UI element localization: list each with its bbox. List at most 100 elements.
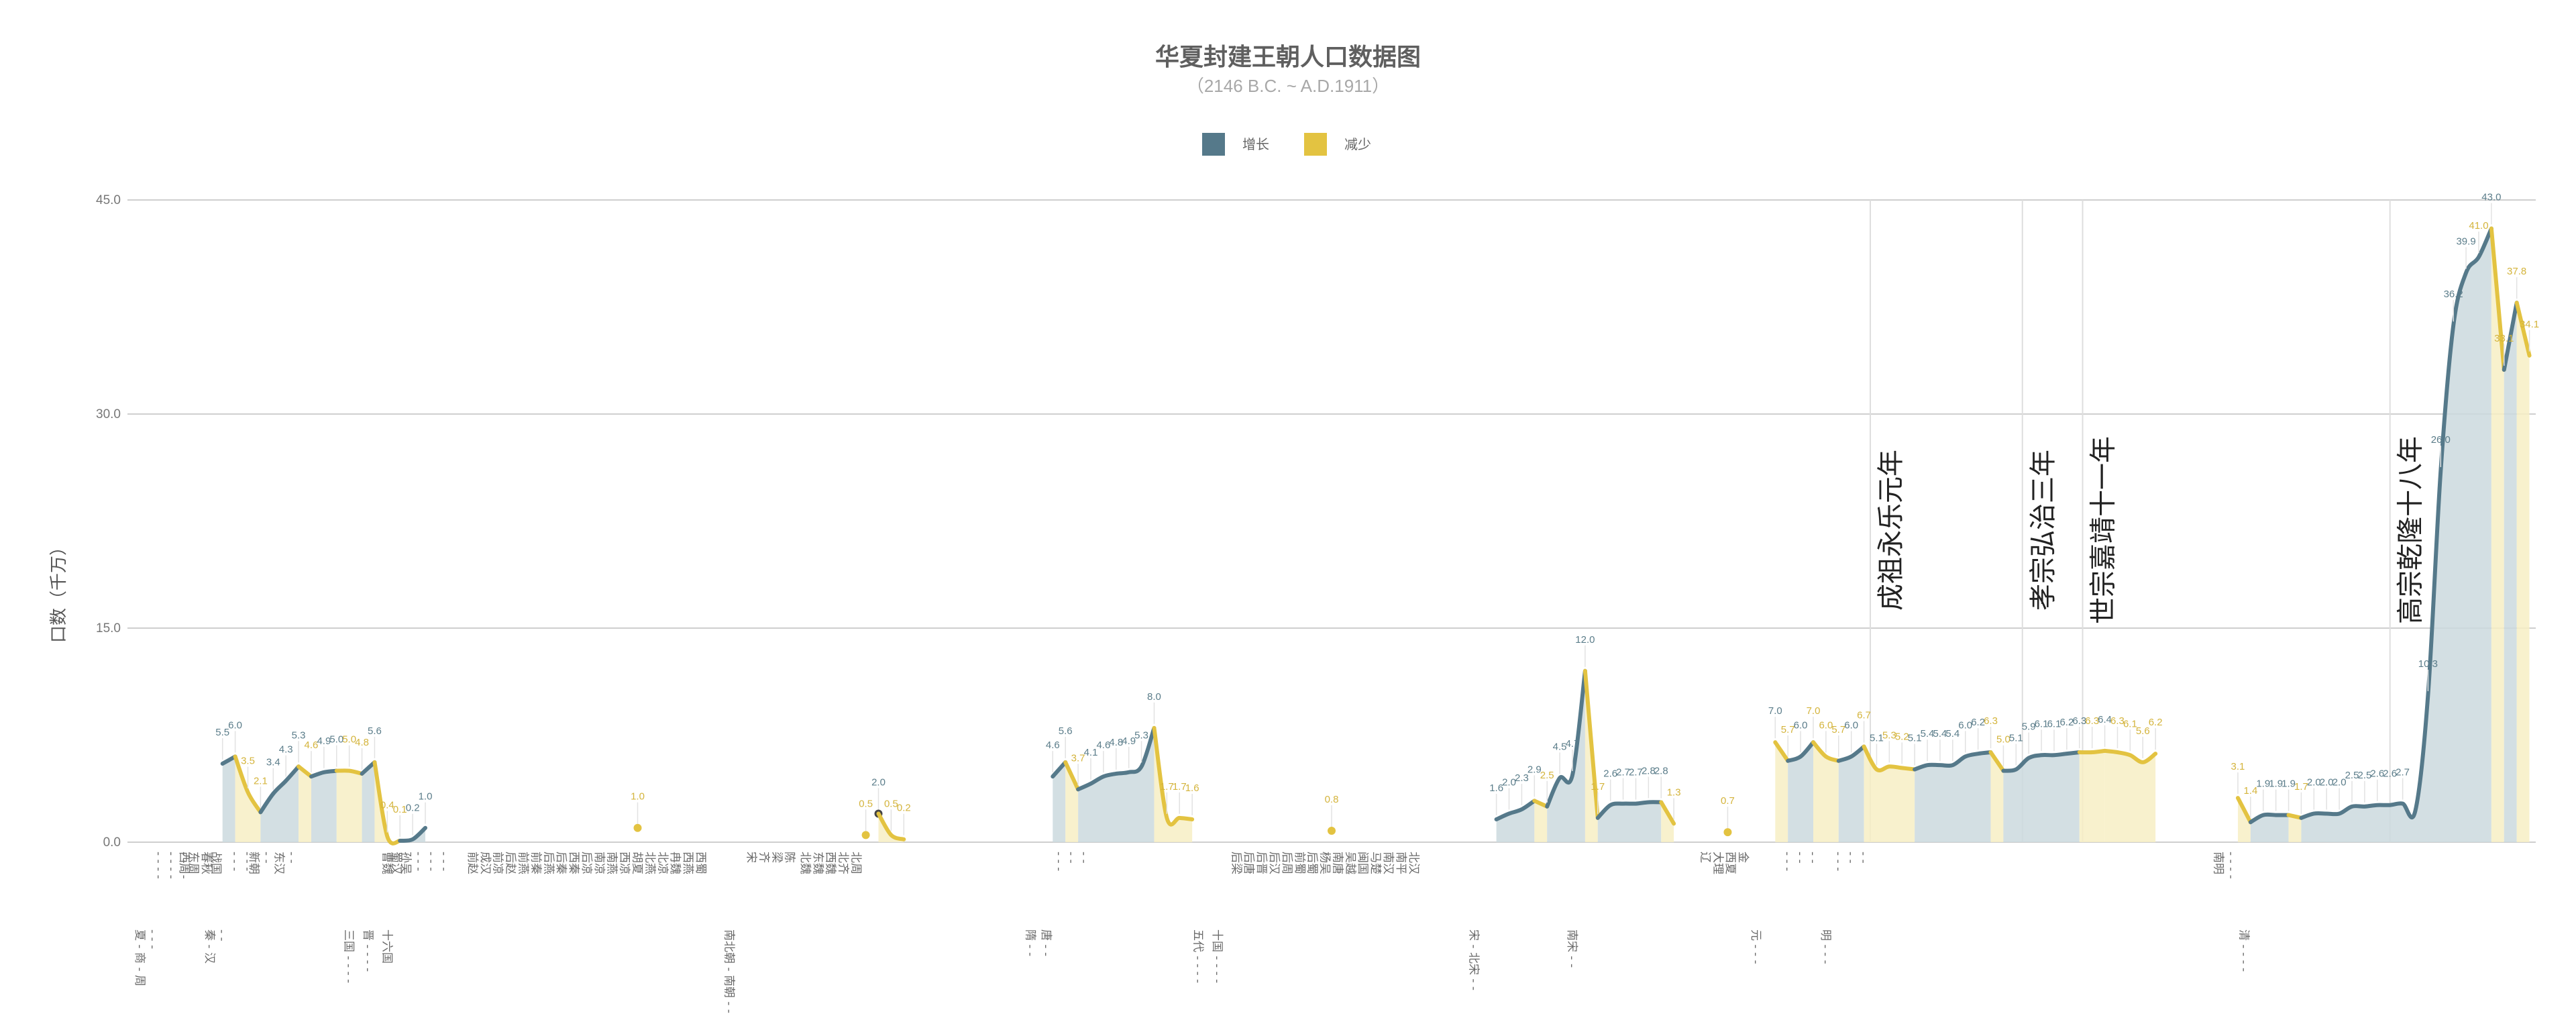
data-label: 6.1	[2035, 718, 2049, 729]
data-label: 3.1	[2231, 761, 2245, 772]
isolated-point	[1328, 826, 1336, 835]
x-tick-label: 西魏	[824, 852, 837, 874]
data-label: 5.0	[342, 734, 356, 746]
x-tick-label: 大理	[1711, 852, 1724, 874]
x-tick-label: 东周	[186, 852, 200, 874]
data-label: 1.4	[2243, 785, 2257, 797]
data-label: 0.5	[884, 798, 898, 809]
area-fall	[299, 766, 311, 842]
data-label: 2.0	[2332, 776, 2347, 788]
data-label: 5.4	[1945, 728, 1960, 740]
data-label: 3.4	[266, 757, 280, 768]
data-label: 1.9	[2282, 778, 2296, 790]
area-grow	[311, 770, 337, 842]
data-label: 5.2	[1895, 731, 1909, 742]
legend-swatch-fall[interactable]	[1304, 133, 1327, 156]
data-label: 6.2	[2059, 717, 2074, 728]
x-tick-label: 后燕	[541, 852, 555, 874]
x-tick-label: 北凉	[655, 852, 669, 874]
x-tick-label: - -	[260, 852, 273, 864]
x-tick-label: 北汉	[1407, 852, 1420, 874]
isolated-point	[1723, 828, 1732, 837]
data-label: 5.1	[1870, 733, 1884, 744]
data-label: 4.9	[317, 735, 331, 747]
x-tick-label: 十国 - - - -	[1210, 929, 1224, 983]
x-tick-label: - -	[1806, 852, 1819, 864]
data-label: 1.0	[419, 791, 433, 803]
legend[interactable]: 增长 减少	[1202, 133, 1371, 156]
x-tick-label: - -	[1857, 852, 1870, 864]
x-tick-label: 陈	[782, 852, 796, 863]
data-label: 2.6	[2383, 768, 2397, 780]
data-label: 2.7	[1616, 767, 1630, 778]
legend-swatch-grow[interactable]	[1202, 133, 1225, 156]
chart-subtitle: （2146 B.C. ~ A.D.1911）	[1187, 76, 1389, 96]
area-grow	[222, 756, 235, 842]
x-tick-label: - - -	[228, 852, 241, 871]
isolated-point	[861, 831, 870, 839]
data-label: 1.7	[1160, 781, 1174, 793]
x-tick-label: 前凉	[491, 852, 504, 874]
data-label: 4.7	[1566, 738, 1580, 750]
data-label: 2.9	[1527, 764, 1542, 775]
data-label: 5.6	[1059, 725, 1073, 737]
annotation-label: 世宗嘉靖十一年	[2088, 436, 2119, 624]
x-tick-label: - - -	[1780, 852, 1794, 871]
x-tick-label: - - -	[424, 852, 437, 871]
data-label: 6.0	[1958, 719, 1972, 731]
x-tick-label: 晋 - - - -	[361, 929, 374, 972]
x-tick-label: 齐	[757, 852, 770, 863]
data-label: 41.0	[2469, 220, 2488, 232]
x-tick-label: 后秦	[554, 852, 568, 874]
data-label: 6.2	[2149, 717, 2163, 728]
data-label: 26.0	[2431, 434, 2451, 446]
data-label: 6.4	[2098, 714, 2112, 725]
x-tick-label: 西蜀	[694, 852, 707, 874]
x-tick-label: 金	[1736, 852, 1750, 863]
area-fall	[2104, 750, 2156, 842]
data-label: 0.5	[859, 798, 873, 809]
data-label: 2.0	[871, 776, 885, 788]
data-label: 43.0	[2481, 192, 2501, 203]
x-tick-label: 胡夏	[631, 852, 644, 874]
area-fills	[222, 228, 2530, 844]
data-label: 2.0	[1502, 776, 1516, 788]
legend-label-grow[interactable]: 增长	[1242, 136, 1269, 152]
x-tick-label: - -	[1065, 852, 1078, 864]
data-label: 2.0	[2320, 776, 2334, 788]
data-label: 2.5	[2345, 770, 2359, 781]
x-tick-label: 东魏	[811, 852, 824, 874]
population-chart: 华夏封建王朝人口数据图 （2146 B.C. ~ A.D.1911） 增长 减少…	[49, 44, 2539, 1013]
x-tick-label: - -	[1793, 852, 1807, 864]
area-grow	[1547, 670, 1585, 842]
x-tick-label: - - -	[1831, 852, 1845, 871]
x-tick-label: 西夏	[1723, 852, 1737, 874]
data-label: 4.6	[1096, 740, 1110, 751]
x-tick-label: 明 - - -	[1819, 929, 1832, 964]
data-label: 2.7	[1629, 767, 1643, 778]
data-label: 4.6	[305, 740, 319, 751]
x-tick-label: 成汉	[478, 852, 492, 874]
x-tick-label: 后赵	[504, 852, 517, 874]
data-label: 5.1	[2009, 733, 2023, 744]
legend-label-fall[interactable]: 减少	[1344, 136, 1371, 152]
x-tick-label: - -	[1844, 852, 1858, 864]
data-label: 5.3	[1134, 729, 1148, 741]
data-label: 3.5	[241, 756, 255, 767]
data-label: 5.7	[1831, 724, 1845, 735]
x-tick-label: 孙吴	[399, 852, 413, 874]
x-tick-label: 北燕	[643, 852, 656, 874]
x-tick-label: - - - -	[164, 852, 178, 879]
data-label: 2.6	[2370, 768, 2384, 780]
x-tick-label: 东汉	[272, 852, 286, 874]
data-label: 6.3	[2110, 715, 2125, 727]
line-fall	[2077, 748, 2107, 755]
data-label: 1.9	[2256, 778, 2270, 790]
area-fall	[336, 770, 362, 842]
data-label: 6.0	[1844, 719, 1858, 731]
x-tick-label: 南明	[2212, 852, 2225, 874]
data-label: 37.8	[2507, 266, 2526, 277]
x-tick-label: 前赵	[466, 852, 479, 874]
x-tick-label: 后梁	[1229, 852, 1242, 874]
x-tick-label: 前燕	[516, 852, 529, 874]
